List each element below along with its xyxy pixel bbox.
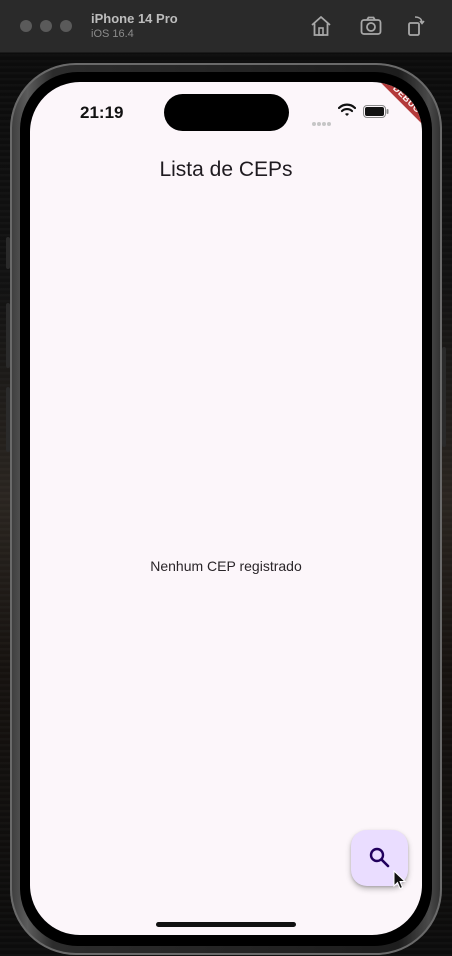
status-time: 21:19	[80, 103, 124, 122]
desktop-background: iPhone 14 Pro iOS 16.4 21:19 DEBUG Lista…	[0, 0, 452, 956]
home-indicator[interactable]	[156, 922, 296, 927]
simulator-os-version: iOS 16.4	[91, 28, 134, 40]
window-minimize-button[interactable]	[40, 20, 52, 32]
screenshot-button[interactable]	[359, 14, 383, 38]
cellular-signal-icon	[312, 113, 334, 126]
page-title: Lista de CEPs	[159, 158, 293, 181]
simulator-device-name: iPhone 14 Pro	[91, 11, 178, 26]
battery-icon	[363, 105, 389, 118]
mouse-pointer-icon	[393, 870, 407, 890]
app-screen: 21:19 DEBUG Lista de CEPs Nenhum CEP reg…	[30, 82, 422, 935]
rotate-icon	[408, 16, 425, 36]
wifi-icon	[338, 103, 356, 116]
empty-state-message: Nenhum CEP registrado	[150, 558, 302, 574]
window-close-button[interactable]	[20, 20, 32, 32]
simulator-title-bar: iPhone 14 Pro iOS 16.4	[0, 0, 452, 53]
camera-icon	[360, 16, 382, 35]
rotate-button[interactable]	[404, 14, 428, 38]
dynamic-island	[164, 94, 289, 131]
home-button[interactable]	[309, 14, 333, 38]
home-icon	[311, 16, 331, 36]
search-icon	[369, 847, 390, 868]
window-zoom-button[interactable]	[60, 20, 72, 32]
side-power-button	[442, 347, 446, 447]
